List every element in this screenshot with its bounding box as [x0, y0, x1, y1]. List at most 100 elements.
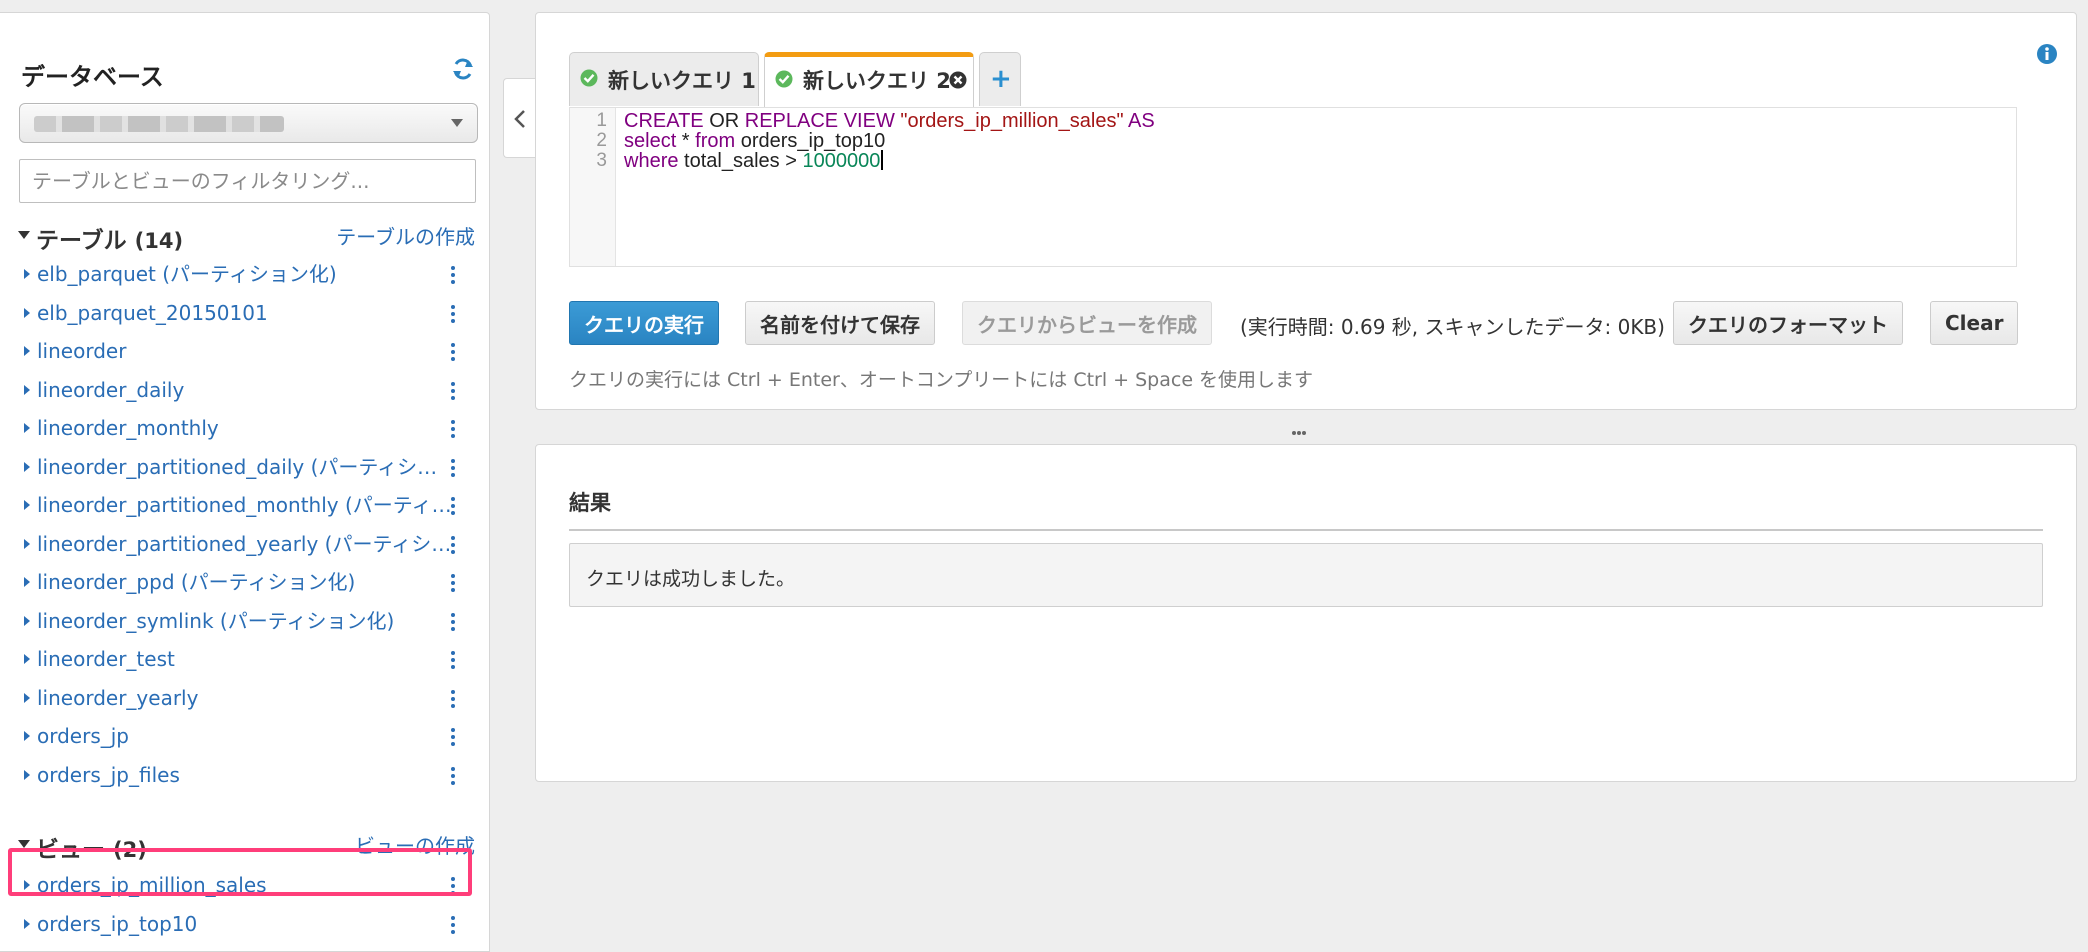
- create-view-link[interactable]: ビューの作成: [355, 830, 475, 859]
- tables-section-header[interactable]: テーブル (14) テーブルの作成: [18, 221, 475, 254]
- kebab-menu-icon[interactable]: [450, 915, 456, 934]
- refresh-icon[interactable]: [451, 57, 475, 81]
- kebab-menu-icon[interactable]: [450, 381, 456, 400]
- tab-query-2[interactable]: 新しいクエリ 2: [764, 52, 974, 108]
- kebab-menu-icon[interactable]: [450, 612, 456, 631]
- results-panel: 結果 クエリは成功しました。: [535, 444, 2077, 782]
- tree-item[interactable]: orders_jp_files: [18, 756, 470, 795]
- database-select-value-redacted: [34, 116, 284, 132]
- tree-item-label: orders_ip_top10: [37, 911, 198, 936]
- kebab-menu-icon[interactable]: [450, 304, 456, 323]
- kebab-menu-icon[interactable]: [450, 766, 456, 785]
- kebab-menu-icon[interactable]: [450, 420, 456, 438]
- text-cursor: [881, 150, 884, 170]
- tree-item[interactable]: lineorder_symlink (パーティション化): [18, 602, 470, 641]
- kebab-menu-icon[interactable]: [450, 574, 456, 592]
- kebab-menu-icon[interactable]: [450, 343, 456, 361]
- kebab-menu-icon[interactable]: [450, 266, 456, 284]
- tree-item-label: lineorder_partitioned_monthly (パーティション化): [37, 493, 453, 517]
- clear-button[interactable]: Clear: [1930, 301, 2019, 345]
- caret-right-icon: [24, 461, 30, 472]
- tree-item[interactable]: orders_jp: [18, 717, 470, 756]
- views-list: orders_ip_million_sales orders_ip_top10: [18, 866, 470, 943]
- tree-item[interactable]: lineorder: [18, 332, 470, 371]
- chevron-down-icon: [451, 119, 463, 127]
- caret-right-icon: [24, 538, 30, 549]
- kebab-menu-icon[interactable]: [450, 877, 456, 895]
- kebab-menu-icon[interactable]: [450, 689, 456, 708]
- tree-item[interactable]: lineorder_monthly: [18, 409, 470, 448]
- kebab-menu-icon[interactable]: [450, 497, 456, 515]
- tree-item-label: lineorder: [37, 339, 127, 363]
- caret-right-icon: [24, 615, 30, 626]
- tables-section-label: テーブル (14): [36, 228, 184, 254]
- tree-item[interactable]: elb_parquet (パーティション化): [18, 255, 470, 294]
- views-section-header[interactable]: ビュー (2) ビューの作成: [18, 830, 475, 863]
- caret-down-icon: [18, 231, 30, 239]
- tree-item[interactable]: lineorder_ppd (パーティション化): [18, 563, 470, 602]
- caret-down-icon: [18, 840, 30, 848]
- keyboard-hint: クエリの実行には Ctrl + Enter、オートコンプリートには Ctrl +…: [569, 369, 1314, 391]
- caret-right-icon: [24, 654, 30, 664]
- tree-item-label: lineorder_yearly: [37, 685, 199, 710]
- caret-right-icon: [24, 500, 30, 510]
- caret-right-icon: [24, 731, 30, 741]
- tree-item[interactable]: lineorder_partitioned_monthly (パーティション化): [18, 486, 470, 525]
- panel-resize-handle[interactable]: [1292, 420, 1308, 435]
- tree-item-label: orders_ip_million_sales: [37, 873, 267, 897]
- caret-right-icon: [24, 918, 30, 929]
- tab-label: 新しいクエリ 2: [803, 69, 951, 93]
- execution-info: (実行時間: 0.69 秒, スキャンしたデータ: 0KB): [1240, 315, 1665, 339]
- kebab-menu-icon[interactable]: [450, 535, 456, 554]
- table-filter-input[interactable]: [19, 159, 476, 203]
- tree-item[interactable]: lineorder_yearly: [18, 679, 470, 718]
- tree-item-label: elb_parquet_20150101: [37, 300, 268, 325]
- tree-item[interactable]: orders_ip_million_sales: [18, 866, 470, 905]
- tab-query-1[interactable]: 新しいクエリ 1: [569, 52, 759, 106]
- tree-item[interactable]: lineorder_partitioned_yearly (パーティション化): [18, 525, 470, 564]
- tree-item-label: lineorder_symlink (パーティション化): [37, 608, 395, 633]
- database-title: データベース: [21, 63, 164, 91]
- caret-right-icon: [24, 880, 30, 890]
- tree-item-label: lineorder_test: [37, 647, 175, 671]
- caret-right-icon: [24, 423, 30, 433]
- caret-right-icon: [24, 269, 30, 279]
- tree-item[interactable]: lineorder_test: [18, 640, 470, 679]
- kebab-menu-icon[interactable]: [450, 728, 456, 746]
- results-message-box: クエリは成功しました。: [569, 543, 2043, 607]
- info-icon[interactable]: [2036, 43, 2058, 65]
- caret-right-icon: [24, 769, 30, 780]
- tree-item[interactable]: lineorder_daily: [18, 371, 470, 410]
- tree-item-label: lineorder_daily: [37, 377, 185, 402]
- add-tab-button[interactable]: +: [979, 52, 1021, 106]
- results-title: 結果: [569, 487, 2043, 531]
- database-select[interactable]: [19, 103, 478, 143]
- sql-code-editor[interactable]: 1 2 3 CREATE OR REPLACE VIEW "orders_ip_…: [569, 107, 2017, 267]
- create-view-from-query-button[interactable]: クエリからビューを作成: [962, 301, 1212, 345]
- run-query-button[interactable]: クエリの実行: [569, 301, 719, 345]
- tree-item[interactable]: lineorder_partitioned_daily (パーティション化): [18, 448, 470, 487]
- tree-item-label: orders_jp: [37, 724, 130, 748]
- kebab-menu-icon[interactable]: [450, 651, 456, 669]
- tree-item[interactable]: orders_ip_top10: [18, 905, 470, 944]
- tables-list: elb_parquet (パーティション化) elb_parquet_201501…: [18, 255, 470, 794]
- caret-right-icon: [24, 346, 30, 356]
- sidebar: データベース テーブル (14) テーブルの作成 elb_parquet (パー…: [0, 12, 490, 952]
- caret-right-icon: [24, 577, 30, 587]
- check-circle-icon: [775, 70, 793, 88]
- query-editor-panel: 新しいクエリ 1 新しいクエリ 2 + 1 2 3 CREATE OR REPL…: [535, 12, 2077, 410]
- save-as-button[interactable]: 名前を付けて保存: [745, 301, 935, 345]
- line-number: 2: [596, 130, 607, 151]
- caret-right-icon: [24, 692, 30, 703]
- close-circle-icon[interactable]: [949, 71, 967, 89]
- format-query-button[interactable]: クエリのフォーマット: [1673, 301, 1903, 345]
- kebab-menu-icon[interactable]: [450, 458, 456, 477]
- code-line-3: where total_sales > 1000000: [624, 150, 884, 173]
- create-table-link[interactable]: テーブルの作成: [336, 221, 475, 250]
- line-number-gutter: 1 2 3: [570, 108, 616, 266]
- tree-item[interactable]: elb_parquet_20150101: [18, 294, 470, 333]
- caret-right-icon: [24, 307, 30, 318]
- collapse-sidebar-button[interactable]: [503, 78, 535, 158]
- line-number: 3: [596, 150, 607, 171]
- tab-label: 新しいクエリ 1: [608, 69, 756, 93]
